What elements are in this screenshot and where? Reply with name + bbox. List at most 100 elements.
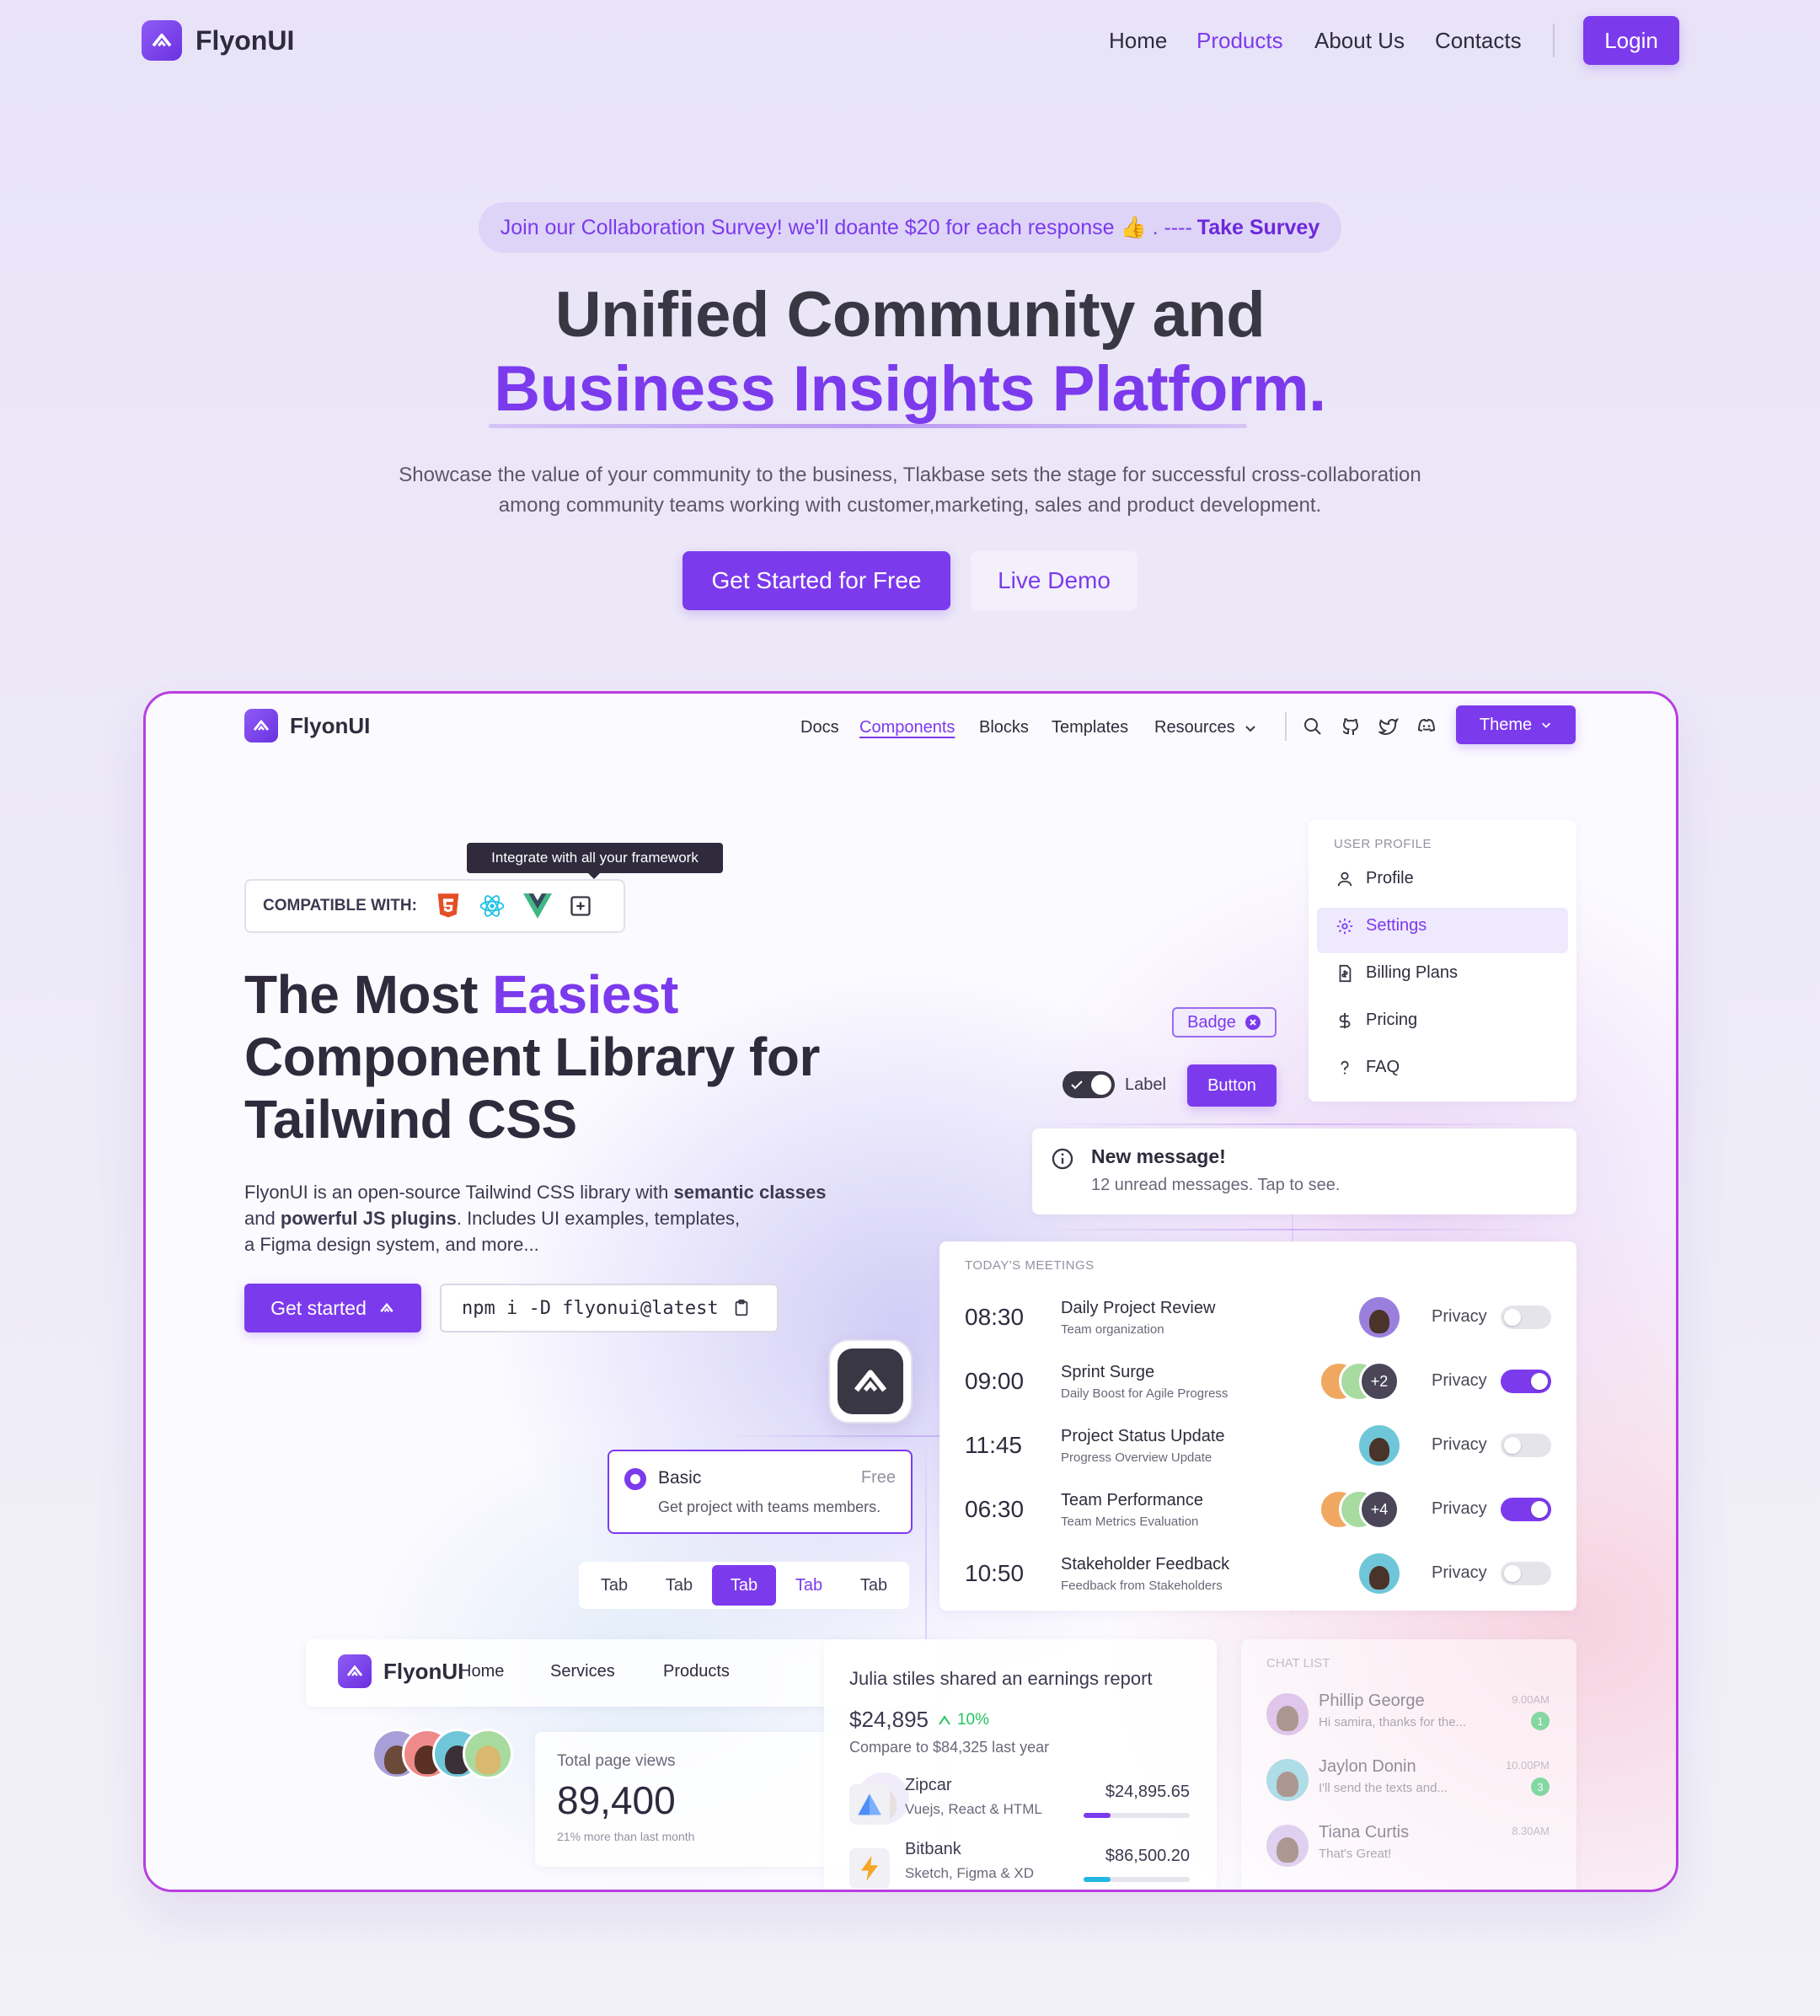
menu-label: Settings	[1366, 916, 1427, 935]
badge-label: Badge	[1187, 1012, 1236, 1032]
npm-command: npm i -D flyonui@latest	[462, 1297, 719, 1319]
earning-sub: Vuejs, React & HTML	[905, 1801, 1042, 1817]
tab-3-active[interactable]: Tab	[712, 1565, 776, 1606]
triangle-up-icon	[939, 1714, 950, 1725]
user-profile-menu: USER PROFILE Profile Settings Billing Pl…	[1309, 820, 1576, 1102]
unread-count-badge: 1	[1531, 1712, 1550, 1730]
meeting-row: 11:45 Project Status Update Progress Ove…	[939, 1422, 1576, 1481]
earning-icon-box	[849, 1848, 890, 1889]
meeting-title: Team Performance	[1061, 1491, 1203, 1509]
earning-amount: $24,895.65	[1105, 1783, 1190, 1801]
menu-item-profile[interactable]: Profile	[1336, 869, 1414, 888]
privacy-toggle[interactable]	[1501, 1434, 1551, 1457]
chat-name: Tiana Curtis	[1319, 1823, 1410, 1842]
privacy-toggle[interactable]	[1501, 1306, 1551, 1329]
unread-count-badge: 3	[1531, 1777, 1550, 1796]
survey-text: Join our Collaboration Survey! we'll doa…	[500, 215, 1192, 239]
chat-message: Hi samira, thanks for the...	[1319, 1715, 1467, 1729]
radio-selected[interactable]	[624, 1468, 646, 1490]
chat-item[interactable]: Phillip George Hi samira, thanks for the…	[1241, 1690, 1576, 1749]
preview-nav-blocks[interactable]: Blocks	[979, 718, 1029, 737]
tabs-bar: Tab Tab Tab Tab Tab	[579, 1562, 909, 1609]
preview-nav-components[interactable]: Components	[859, 718, 955, 737]
hero-description-line1: Showcase the value of your community to …	[399, 464, 1421, 486]
live-demo-button[interactable]: Live Demo	[971, 551, 1138, 610]
earning-sub: Sketch, Figma & XD	[905, 1865, 1035, 1881]
login-button[interactable]: Login	[1583, 16, 1679, 65]
site-logo[interactable]: FlyonUI	[142, 20, 294, 61]
meeting-row: 09:00 Sprint Surge Daily Boost for Agile…	[939, 1358, 1576, 1417]
privacy-toggle[interactable]	[1501, 1562, 1551, 1585]
search-icon[interactable]	[1303, 716, 1323, 737]
preview-logo[interactable]: FlyonUI	[244, 709, 370, 743]
twitter-icon[interactable]	[1378, 716, 1399, 737]
new-message-alert[interactable]: New message! 12 unread messages. Tap to …	[1032, 1129, 1576, 1214]
chat-item[interactable]: Jaylon Donin I'll send the texts and... …	[1241, 1756, 1576, 1815]
avatar-group	[372, 1729, 515, 1779]
earning-icon-box	[849, 1784, 890, 1825]
toggle-switch[interactable]	[1063, 1071, 1115, 1098]
menu-item-pricing[interactable]: Pricing	[1336, 1011, 1417, 1030]
plan-option-card[interactable]: Basic Free Get project with teams member…	[608, 1450, 913, 1534]
github-icon[interactable]	[1341, 716, 1361, 737]
privacy-label: Privacy	[1432, 1435, 1487, 1454]
page-views-label: Total page views	[557, 1752, 676, 1770]
html5-icon	[437, 893, 459, 918]
earning-progress-fill	[1084, 1813, 1111, 1818]
chat-time: 8.30AM	[1512, 1825, 1550, 1837]
chat-name: Phillip George	[1319, 1692, 1425, 1710]
survey-banner[interactable]: Join our Collaboration Survey! we'll doa…	[479, 202, 1341, 253]
theme-dropdown-button[interactable]: Theme	[1456, 705, 1576, 744]
nav-products[interactable]: Products	[1196, 28, 1283, 54]
privacy-label: Privacy	[1432, 1371, 1487, 1390]
mini-nav-home[interactable]: Home	[459, 1662, 504, 1681]
nav-home[interactable]: Home	[1109, 28, 1167, 54]
preview-nav-docs[interactable]: Docs	[800, 718, 839, 737]
menu-item-billing[interactable]: Billing Plans	[1336, 963, 1458, 983]
discord-icon[interactable]	[1416, 716, 1437, 737]
tab-1[interactable]: Tab	[582, 1565, 646, 1606]
get-started-button[interactable]: Get started	[244, 1284, 421, 1332]
earning-amount: $86,500.20	[1105, 1847, 1190, 1865]
preview-nav-templates[interactable]: Templates	[1052, 718, 1128, 737]
plus-square-icon[interactable]	[569, 894, 592, 918]
privacy-toggle[interactable]	[1501, 1498, 1551, 1521]
npm-command-box[interactable]: npm i -D flyonui@latest	[440, 1284, 779, 1332]
tab-2[interactable]: Tab	[647, 1565, 711, 1606]
dollar-icon	[1339, 1012, 1351, 1028]
demo-button[interactable]: Button	[1187, 1064, 1277, 1107]
menu-heading: USER PROFILE	[1334, 837, 1432, 851]
meeting-subtitle: Progress Overview Update	[1061, 1450, 1212, 1465]
nav-about-us[interactable]: About Us	[1314, 28, 1405, 54]
app-icon-tile	[830, 1341, 911, 1422]
label-toggle[interactable]: Label	[1063, 1071, 1166, 1098]
avatar	[1359, 1297, 1400, 1338]
meeting-time: 09:00	[965, 1368, 1025, 1394]
chat-item[interactable]: Tiana Curtis That's Great! 8.30AM	[1241, 1821, 1576, 1880]
close-circle-icon[interactable]	[1245, 1014, 1261, 1031]
take-survey-link[interactable]: Take Survey	[1197, 216, 1320, 240]
check-icon	[1071, 1080, 1083, 1090]
nav-contacts[interactable]: Contacts	[1435, 28, 1522, 54]
chat-list-card: CHAT LIST Phillip George Hi samira, than…	[1241, 1639, 1576, 1890]
privacy-toggle[interactable]	[1501, 1370, 1551, 1393]
title-underline	[489, 424, 1247, 428]
earning-item: Bitbank Sketch, Figma & XD $86,500.20	[824, 1838, 1217, 1890]
toggle-label: Label	[1125, 1075, 1166, 1094]
preview-nav-resources[interactable]: Resources	[1154, 718, 1257, 737]
todays-meetings-card: TODAY'S MEETINGS 08:30 Daily Project Rev…	[939, 1241, 1576, 1611]
get-started-free-button[interactable]: Get Started for Free	[682, 551, 950, 610]
mini-brand[interactable]: FlyonUI	[338, 1654, 463, 1688]
menu-label: FAQ	[1366, 1058, 1400, 1076]
mini-nav-services[interactable]: Services	[550, 1662, 615, 1681]
clipboard-icon[interactable]	[732, 1298, 751, 1318]
react-icon	[479, 895, 505, 917]
meeting-time: 10:50	[965, 1560, 1025, 1586]
tab-5[interactable]: Tab	[842, 1565, 906, 1606]
menu-item-settings[interactable]: Settings	[1336, 916, 1427, 936]
tab-4[interactable]: Tab	[777, 1565, 841, 1606]
menu-item-faq[interactable]: FAQ	[1336, 1058, 1400, 1077]
avatar	[1266, 1825, 1309, 1867]
invoice-icon	[1339, 964, 1352, 982]
mini-nav-products[interactable]: Products	[663, 1662, 730, 1681]
